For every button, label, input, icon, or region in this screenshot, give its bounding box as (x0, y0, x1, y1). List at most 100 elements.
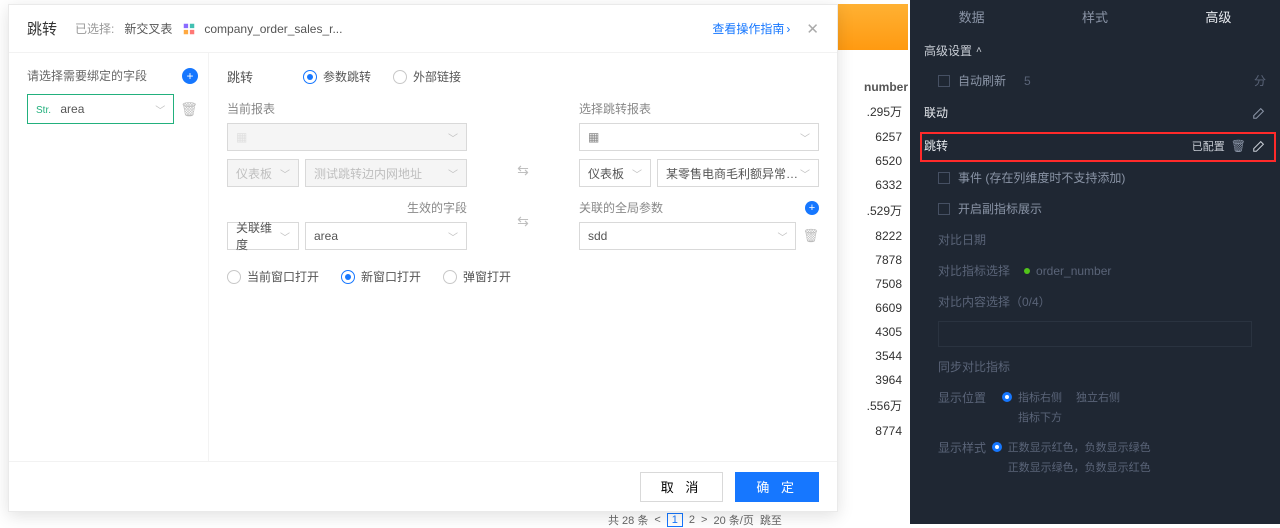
pager-next-icon[interactable]: > (701, 514, 707, 526)
view-guide-link[interactable]: 查看操作指南 › (712, 20, 790, 37)
checkbox-icon[interactable] (938, 203, 950, 215)
ok-button[interactable]: 确 定 (735, 472, 819, 502)
pos-opt2[interactable]: 独立右侧 (1076, 389, 1120, 405)
pager-page-1[interactable]: 1 (667, 513, 683, 527)
tab-style[interactable]: 样式 (1033, 0, 1156, 36)
radio-param-jump[interactable]: 参数跳转 (303, 68, 371, 85)
radio-open-current[interactable]: 当前窗口打开 (227, 268, 319, 285)
sub-metric-label: 开启副指标展示 (958, 200, 1042, 217)
global-param-select[interactable]: sdd ﹀ (579, 222, 796, 250)
dashboard-type-select[interactable]: 仪表板 ﹀ (579, 159, 651, 187)
radio-external-label: 外部链接 (413, 68, 461, 85)
radio-icon (393, 70, 407, 84)
row-auto-refresh[interactable]: 自动刷新 5 分 (910, 65, 1280, 96)
dashboard-select-row: 仪表板 ﹀ 测试跳转边内网地址 ﹀ ⇆ 仪表板 ﹀ (227, 159, 819, 187)
delete-field-button[interactable]: 🗑 (180, 101, 198, 118)
open-new-label: 新窗口打开 (361, 268, 421, 285)
crosstab-chip: 新交叉表 (124, 20, 172, 37)
right-column: 跳转 参数跳转 外部链接 当前报表 ▦ ﹀ ⇆ (209, 53, 837, 463)
chevron-down-icon: ﹀ (155, 102, 165, 117)
table-cell: 8222 (840, 224, 910, 248)
pos-opt3[interactable]: 指标下方 (1002, 409, 1194, 425)
radio-open-new[interactable]: 新窗口打开 (341, 268, 421, 285)
chevron-down-icon: ﹀ (280, 166, 290, 181)
target-report-select[interactable]: ▦ ﹀ (579, 123, 819, 151)
modal-header: 跳转 已选择: 新交叉表 company_order_sales_r... 查看… (9, 5, 837, 53)
row-sub-metric[interactable]: 开启副指标展示 (910, 193, 1280, 224)
chevron-down-icon: ﹀ (448, 229, 458, 244)
add-field-button[interactable]: + (182, 68, 198, 84)
target-report-label: 选择跳转报表 (579, 100, 651, 117)
checkbox-icon[interactable] (938, 75, 950, 87)
table-cell: 6257 (840, 125, 910, 149)
tab-data[interactable]: 数据 (910, 0, 1033, 36)
area-label: area (314, 229, 338, 243)
global-params-label: 关联的全局参数 (579, 199, 663, 216)
field-param-row: 生效的字段 关联维度 ﹀ area ﹀ ⇆ (227, 199, 819, 250)
link-arrow-icon: ⇆ (507, 213, 539, 236)
linkage-label: 联动 (924, 104, 948, 121)
row-show-style: 显示样式 正数显示红色，负数显示绿色 正数显示绿色，负数显示红色 (910, 432, 1280, 482)
pager-prev-icon[interactable]: < (654, 514, 660, 526)
style-opt2[interactable]: 正数显示绿色，负数显示红色 (992, 459, 1151, 475)
compare-content-select[interactable] (938, 321, 1252, 347)
auto-refresh-label: 自动刷新 (958, 72, 1006, 89)
table-cell: .295万 (840, 98, 910, 125)
edit-icon[interactable] (1252, 106, 1266, 120)
pager-jump-label: 跳至 (760, 512, 782, 528)
radio-icon (303, 70, 317, 84)
event-label: 事件 (存在列维度时不支持添加) (958, 169, 1125, 186)
pos-opt1[interactable]: 指标右侧 (1018, 389, 1062, 405)
auto-refresh-value: 5 (1024, 74, 1031, 88)
radio-icon (227, 270, 241, 284)
row-linkage[interactable]: 联动 (910, 96, 1280, 129)
table-cell: 3964 (840, 368, 910, 392)
pager-total: 共 28 条 (608, 512, 648, 528)
jump-type-row: 跳转 参数跳转 外部链接 (227, 67, 819, 86)
chevron-down-icon: ﹀ (800, 130, 810, 145)
dataset-icon (182, 22, 196, 36)
table-cell: 3544 (840, 344, 910, 368)
ecom-label: 某零售电商毛利额异常下滑 (666, 165, 800, 182)
style-opt1[interactable]: 正数显示红色，负数显示绿色 (1008, 439, 1151, 455)
delete-param-button[interactable]: 🗑 (802, 228, 819, 244)
cancel-button[interactable]: 取 消 (640, 472, 724, 502)
dashboard-label: 仪表板 (236, 165, 272, 182)
bg-table-fragment: number .295万 6257 6520 6332 .529万 8222 7… (840, 76, 910, 443)
chevron-up-icon: ˄ (976, 45, 982, 56)
add-param-button[interactable]: + (805, 201, 819, 215)
table-cell: 4305 (840, 320, 910, 344)
chevron-down-icon: ﹀ (280, 229, 290, 244)
radio-open-popup[interactable]: 弹窗打开 (443, 268, 511, 285)
chevron-down-icon: ﹀ (777, 229, 787, 244)
bind-field-hint: 请选择需要绑定的字段 (27, 67, 147, 84)
dataset-name: company_order_sales_r... (204, 22, 342, 36)
close-icon[interactable]: ✕ (806, 20, 819, 38)
modal-footer: 取 消 确 定 (9, 461, 837, 511)
auto-refresh-unit: 分 (1254, 72, 1266, 89)
intranet-select: 测试跳转边内网地址 ﹀ (305, 159, 467, 187)
radio-dot-icon[interactable] (992, 442, 1002, 452)
jump-label: 跳转 (227, 67, 303, 86)
area-select[interactable]: area ﹀ (305, 222, 467, 250)
radio-dot-icon[interactable] (1002, 392, 1012, 402)
left-column: 请选择需要绑定的字段 + Str. area ﹀ 🗑 (9, 53, 209, 463)
row-compare-metric: 对比指标选择 order_number (910, 255, 1280, 286)
field-select[interactable]: Str. area ﹀ (27, 94, 174, 124)
compare-metric-label: 对比指标选择 (938, 262, 1010, 279)
tab-advanced[interactable]: 高级 (1157, 0, 1280, 36)
pager-page-2[interactable]: 2 (689, 514, 695, 526)
row-compare-date: 对比日期 (910, 224, 1280, 255)
relate-dim-select[interactable]: 关联维度 ﹀ (227, 222, 299, 250)
pager-size[interactable]: 20 条/页 (713, 512, 753, 528)
bg-orange-banner (838, 4, 908, 50)
radio-external-link[interactable]: 外部链接 (393, 68, 461, 85)
advanced-section-label: 高级设置 (924, 42, 972, 59)
target-dashboard-select[interactable]: 某零售电商毛利额异常下滑 ﹀ (657, 159, 819, 187)
dashboard-label: 仪表板 (588, 165, 624, 182)
status-dot-icon (1024, 268, 1030, 274)
field-type-tag: Str. (36, 105, 51, 116)
bg-col-header: number (840, 76, 910, 98)
field-name: area (60, 102, 84, 116)
table-cell: 6520 (840, 149, 910, 173)
